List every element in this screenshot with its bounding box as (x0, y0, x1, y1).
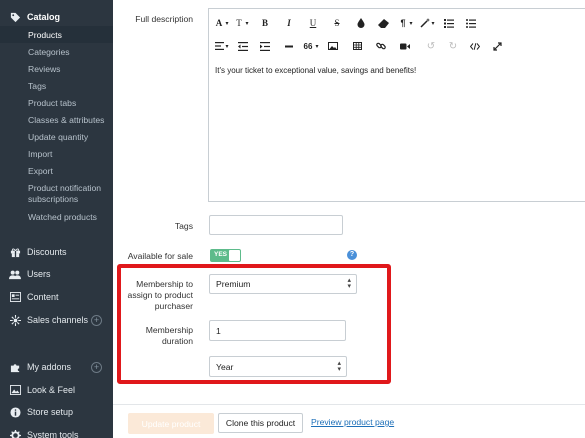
users-icon (8, 268, 22, 280)
sidebar-section-label: My addons (27, 362, 72, 372)
expand-plus-icon[interactable]: + (91, 362, 102, 373)
quote-dropdown-icon[interactable]: ▾ (314, 38, 320, 54)
sidebar-section-label: Look & Feel (27, 385, 76, 395)
font-dropdown-icon[interactable]: ▾ (224, 15, 230, 31)
gift-icon (8, 246, 22, 258)
content-icon (8, 291, 22, 303)
editor-toolbar-row-2: ▾ 66 ▾ ↺ ↻ (209, 35, 585, 57)
magic-wand-icon[interactable] (420, 15, 430, 31)
expand-plus-icon[interactable]: + (91, 315, 102, 326)
tags-input[interactable] (209, 215, 343, 235)
sidebar-item-classes-attributes[interactable]: Classes & attributes (28, 115, 112, 126)
magic-wand-dropdown-icon[interactable]: ▾ (430, 15, 436, 31)
sidebar-item-product-notification-subscriptions[interactable]: Product notification subscriptions (28, 183, 112, 204)
sidebar-section-system-tools[interactable]: System tools (0, 429, 113, 438)
sidebar-section-label: Store setup (27, 407, 74, 417)
align-icon[interactable] (214, 38, 224, 54)
editor-toolbar-row-1: A ▾ T ▾ B I U S ¶ ▾ ▾ (209, 12, 585, 34)
bold-button[interactable]: B (256, 15, 274, 31)
align-dropdown-icon[interactable]: ▾ (224, 38, 230, 54)
sidebar-section-discounts[interactable]: Discounts (0, 246, 113, 258)
sidebar-section-catalog[interactable]: Catalog (0, 11, 113, 23)
toggle-state-text: YES (214, 251, 228, 258)
sidebar-item-update-quantity[interactable]: Update quantity (28, 132, 112, 143)
sidebar-item-tags[interactable]: Tags (28, 81, 112, 92)
font-button[interactable]: A (214, 15, 224, 31)
horizontal-rule-icon[interactable] (280, 38, 298, 54)
redo-icon[interactable]: ↻ (444, 38, 462, 54)
quote-button[interactable]: 66 (302, 38, 314, 54)
sidebar-item-reviews[interactable]: Reviews (28, 64, 112, 75)
full-description-label: Full description (135, 14, 193, 24)
sidebar-section-label: Discounts (27, 247, 67, 257)
unordered-list-icon[interactable] (462, 15, 480, 31)
sidebar-item-products[interactable]: Products (28, 30, 112, 41)
sidebar-item-import[interactable]: Import (28, 149, 112, 160)
tags-label: Tags (174, 221, 193, 231)
sidebar-section-users[interactable]: Users (0, 268, 113, 280)
sidebar-section-look-feel[interactable]: Look & Feel (0, 384, 113, 396)
image-icon (8, 384, 22, 396)
ordered-list-icon[interactable] (440, 15, 458, 31)
tag-icon (8, 11, 22, 23)
sidebar-section-store-setup[interactable]: Store setup (0, 406, 113, 418)
paragraph-button[interactable]: ¶ (398, 15, 408, 31)
fullscreen-icon[interactable] (488, 38, 506, 54)
insert-image-icon[interactable] (324, 38, 342, 54)
sales-channels-icon (8, 314, 22, 326)
table-icon[interactable] (348, 38, 366, 54)
sidebar-section-content[interactable]: Content (0, 291, 113, 303)
sidebar-section-label: Sales channels (27, 315, 89, 325)
video-icon[interactable] (396, 38, 414, 54)
sidebar-section-label: System tools (27, 430, 79, 438)
available-for-sale-toggle[interactable]: YES (210, 249, 241, 262)
font-size-dropdown-icon[interactable]: ▾ (244, 15, 250, 31)
info-icon (8, 406, 22, 418)
color-drop-icon[interactable] (352, 15, 370, 31)
outdent-icon[interactable] (234, 38, 252, 54)
editor-content[interactable]: It's your ticket to exceptional value, s… (215, 66, 416, 75)
puzzle-icon (8, 361, 22, 373)
italic-button[interactable]: I (280, 15, 298, 31)
undo-icon[interactable]: ↺ (422, 38, 440, 54)
strikethrough-button[interactable]: S (328, 15, 346, 31)
link-icon[interactable] (372, 38, 390, 54)
help-icon[interactable]: ? (347, 250, 357, 260)
underline-button[interactable]: U (304, 15, 322, 31)
sidebar-section-label: Users (27, 269, 51, 279)
code-view-icon[interactable] (466, 38, 484, 54)
clone-product-button[interactable]: Clone this product (218, 413, 303, 433)
gear-icon (8, 429, 22, 438)
sidebar-section-label: Content (27, 292, 59, 302)
toggle-knob (229, 250, 240, 261)
sidebar: Catalog Products Categories Reviews Tags… (0, 0, 113, 438)
available-for-sale-label: Available for sale (127, 251, 193, 261)
wysiwyg-editor[interactable]: A ▾ T ▾ B I U S ¶ ▾ ▾ ▾ 66 ▾ ↺ ↻ It's yo… (208, 8, 585, 202)
sidebar-item-categories[interactable]: Categories (28, 47, 112, 58)
font-size-button[interactable]: T (234, 15, 244, 31)
sidebar-item-product-tabs[interactable]: Product tabs (28, 98, 112, 109)
paragraph-dropdown-icon[interactable]: ▾ (408, 15, 414, 31)
update-product-button[interactable]: Update product (128, 413, 214, 434)
eraser-icon[interactable] (374, 15, 392, 31)
sidebar-item-watched-products[interactable]: Watched products (28, 212, 112, 223)
preview-product-page-link[interactable]: Preview product page (311, 417, 394, 427)
indent-icon[interactable] (256, 38, 274, 54)
sidebar-item-export[interactable]: Export (28, 166, 112, 177)
highlight-annotation-box (117, 264, 391, 384)
sidebar-section-label: Catalog (27, 12, 61, 22)
